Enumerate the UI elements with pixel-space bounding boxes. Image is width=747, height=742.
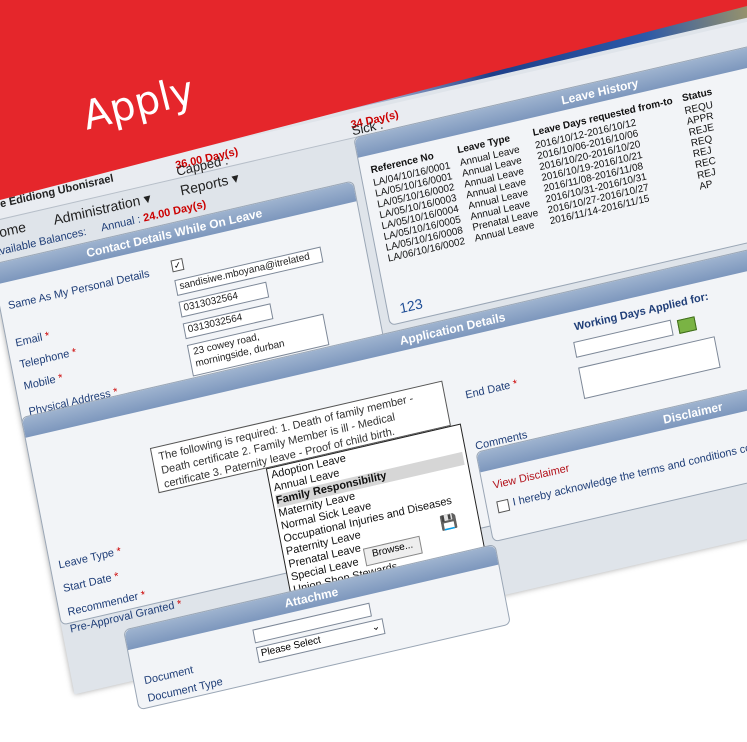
menu-home-label: ome [0, 197, 8, 215]
chevron-down-icon: ⌄ [370, 620, 382, 634]
same-as-personal-checkbox[interactable]: ✓ [170, 257, 185, 273]
leave-type-label: Leave Type * [57, 545, 123, 572]
end-date-label-text: End Date [464, 379, 512, 402]
disclaimer-checkbox[interactable] [496, 498, 511, 514]
history-pager[interactable]: 123 [398, 295, 424, 316]
leave-type-label-text: Leave Type [57, 546, 116, 572]
mobile-label-text: Mobile [22, 373, 57, 393]
calendar-icon[interactable] [676, 316, 698, 335]
email-label-text: Email [14, 331, 44, 350]
email-label: Email * [14, 329, 51, 350]
start-date-label-text: Start Date [62, 572, 113, 596]
end-date-label: End Date * [464, 377, 519, 402]
nav-home[interactable]: Home [0, 218, 27, 242]
mobile-label: Mobile * [22, 372, 64, 393]
stage: EDUCATION Leave Management View Training… [0, 0, 747, 742]
telephone-label-text: Telephone [18, 347, 71, 372]
start-date-label: Start Date * [62, 570, 120, 596]
telephone-label: Telephone * [18, 346, 78, 372]
